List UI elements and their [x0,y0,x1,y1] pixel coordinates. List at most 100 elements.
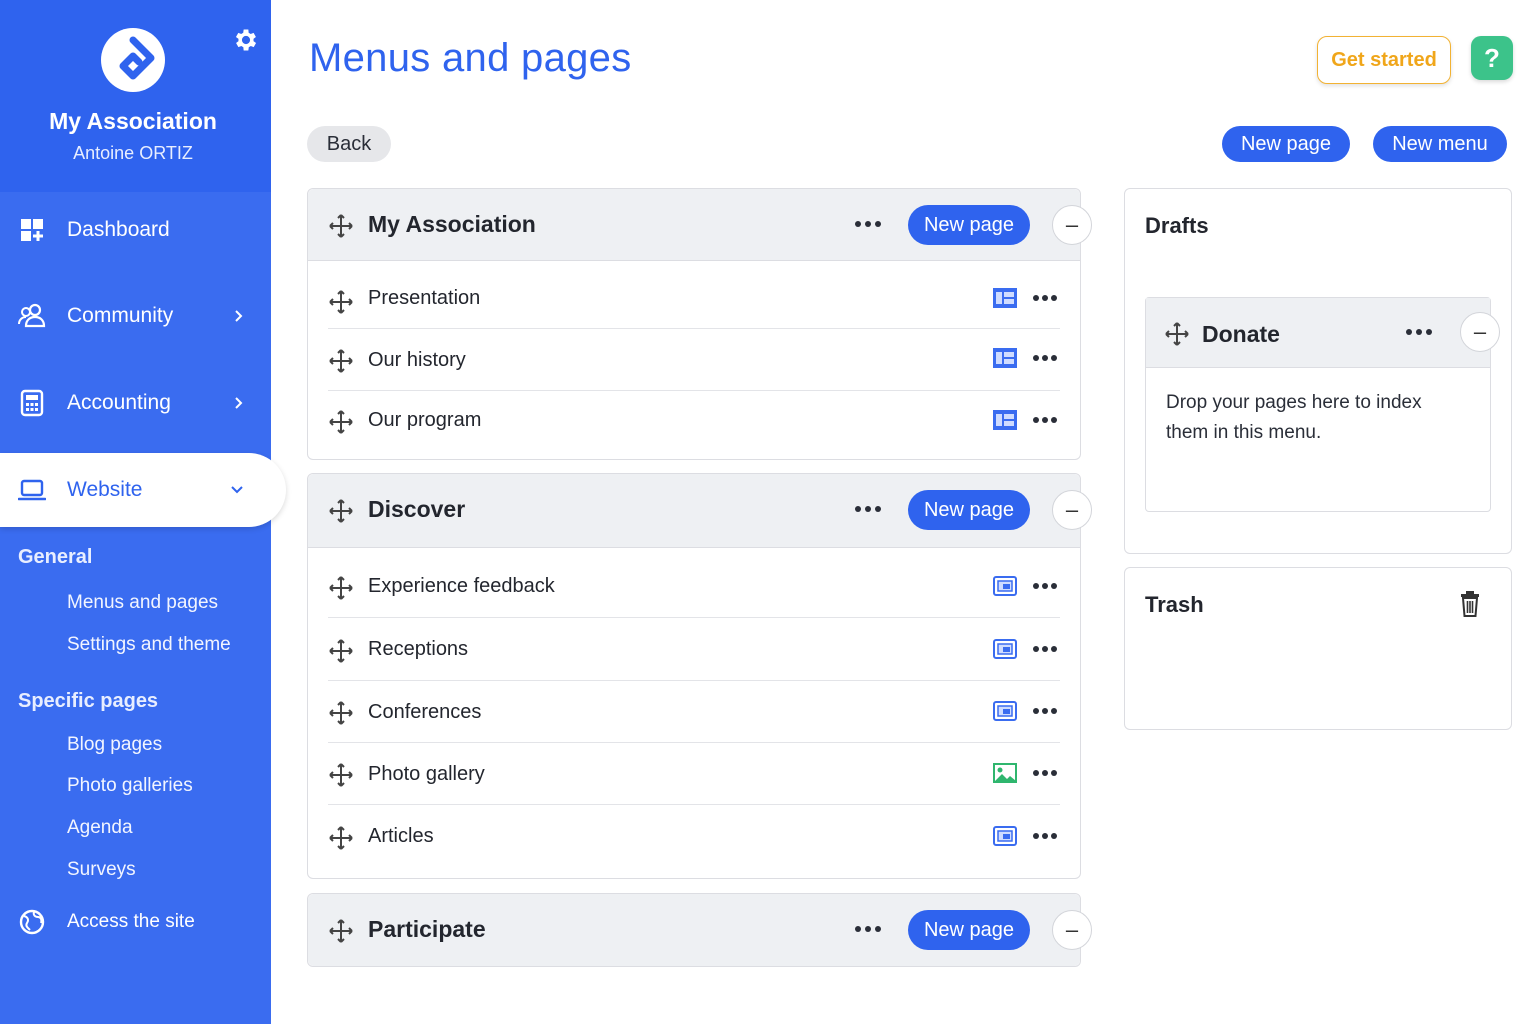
more-options-icon[interactable] [854,219,882,229]
globe-icon [19,909,45,935]
sidebar-item-agenda[interactable]: Agenda [67,817,133,839]
menu-card-my-association: My Association New page – Presentation O… [307,188,1092,460]
sidebar-item-surveys[interactable]: Surveys [67,859,136,881]
nav-item-community[interactable]: Community [0,288,271,344]
get-started-button[interactable]: Get started [1317,36,1451,84]
association-logo[interactable] [101,28,165,92]
menu-new-page-button[interactable]: New page [908,910,1030,950]
community-icon [18,303,46,328]
drag-move-icon[interactable] [328,289,354,315]
blog-page-icon [993,826,1017,846]
drag-move-icon[interactable] [328,498,354,524]
more-options-icon[interactable] [1032,293,1058,303]
nav-item-dashboard[interactable]: Dashboard [0,202,271,258]
drop-hint-text: Drop your pages here to index them in th… [1166,392,1422,443]
collapse-button[interactable]: – [1052,910,1092,950]
new-page-button[interactable]: New page [1222,126,1350,162]
collapse-button[interactable]: – [1460,312,1500,352]
more-options-icon[interactable] [854,924,882,934]
more-options-icon[interactable] [1032,706,1058,716]
drag-move-icon[interactable] [328,918,354,944]
section-title-specific-pages: Specific pages [18,690,159,712]
drag-move-icon[interactable] [328,409,354,435]
sidebar-header: My Association Antoine ORTIZ [0,0,271,192]
list-item[interactable]: Experience feedback [328,556,1060,618]
nav-item-access-site[interactable]: Access the site [0,894,271,950]
drag-move-icon[interactable] [328,762,354,788]
drafts-panel: Drafts Donate – Drop your pages here to … [1124,188,1512,554]
more-options-icon[interactable] [1032,581,1058,591]
page-label: Photo gallery [368,763,485,785]
list-item[interactable]: Photo gallery [328,743,1060,805]
section-title-general: General [18,546,93,568]
blog-page-icon [993,639,1017,659]
more-options-icon[interactable] [1032,768,1058,778]
more-options-icon[interactable] [1405,327,1433,337]
collapse-button[interactable]: – [1052,205,1092,245]
drag-move-icon[interactable] [328,575,354,601]
menu-title: My Association [368,211,536,237]
gallery-page-icon [993,763,1017,783]
chevron-down-icon [231,486,243,494]
page-label: Experience feedback [368,575,555,597]
drafts-menu-header[interactable]: Donate – [1146,298,1500,368]
drag-move-icon[interactable] [328,638,354,664]
layout-page-icon [993,348,1017,368]
list-item[interactable]: Our history [328,329,1060,391]
drafts-menu-card: Donate – Drop your pages here to index t… [1145,297,1500,512]
menu-header[interactable]: Participate New page – [308,894,1092,966]
nav-label-community: Community [67,304,174,327]
more-options-icon[interactable] [1032,644,1058,654]
drag-move-icon[interactable] [328,825,354,851]
drag-move-icon[interactable] [1164,321,1190,347]
menu-title: Discover [368,496,466,522]
page-label: Our program [368,409,482,431]
page-label: Articles [368,825,434,847]
list-item[interactable]: Presentation [328,267,1060,329]
list-item[interactable]: Articles [328,805,1060,869]
settings-gear-icon[interactable] [232,26,260,54]
menu-header[interactable]: My Association New page – [308,189,1092,261]
drafts-title: Drafts [1145,213,1209,238]
more-options-icon[interactable] [1032,831,1058,841]
collapse-button[interactable]: – [1052,490,1092,530]
logo-icon [119,36,155,80]
user-name: Antoine ORTIZ [73,143,193,163]
more-options-icon[interactable] [854,504,882,514]
drafts-menu-title: Donate [1202,321,1280,347]
dashboard-icon [21,219,43,241]
sidebar: My Association Antoine ORTIZ Dashboard C… [0,0,286,1024]
menu-new-page-button[interactable]: New page [908,205,1030,245]
association-name: My Association [49,108,217,134]
sidebar-item-menus-and-pages[interactable]: Menus and pages [67,592,218,614]
sidebar-item-blog-pages[interactable]: Blog pages [67,734,162,756]
more-options-icon[interactable] [1032,353,1058,363]
chevron-right-icon [235,397,243,409]
nav-item-website[interactable]: Website [0,453,286,527]
trash-panel: Trash [1124,567,1512,730]
nav-item-accounting[interactable]: Accounting [0,375,271,431]
list-item[interactable]: Our program [328,391,1060,453]
page-title: Menus and pages [309,36,632,80]
back-button[interactable]: Back [307,126,391,162]
list-item[interactable]: Receptions [328,618,1060,681]
menu-new-page-button[interactable]: New page [908,490,1030,530]
trash-title: Trash [1145,592,1204,617]
blog-page-icon [993,576,1017,596]
page-label: Conferences [368,701,482,723]
help-button[interactable]: ? [1471,36,1513,80]
more-options-icon[interactable] [1032,415,1058,425]
sidebar-item-photo-galleries[interactable]: Photo galleries [67,775,193,797]
page-label: Presentation [368,287,481,309]
drag-move-icon[interactable] [328,213,354,239]
list-item[interactable]: Conferences [328,681,1060,743]
trash-icon[interactable] [1458,590,1482,618]
nav-label-accounting: Accounting [67,391,171,414]
page-label: Receptions [368,638,469,660]
drag-move-icon[interactable] [328,348,354,374]
menu-header[interactable]: Discover New page – [308,474,1092,548]
sidebar-item-settings-and-theme[interactable]: Settings and theme [67,634,231,656]
new-menu-button[interactable]: New menu [1373,126,1507,162]
drag-move-icon[interactable] [328,700,354,726]
calculator-icon [20,389,44,417]
